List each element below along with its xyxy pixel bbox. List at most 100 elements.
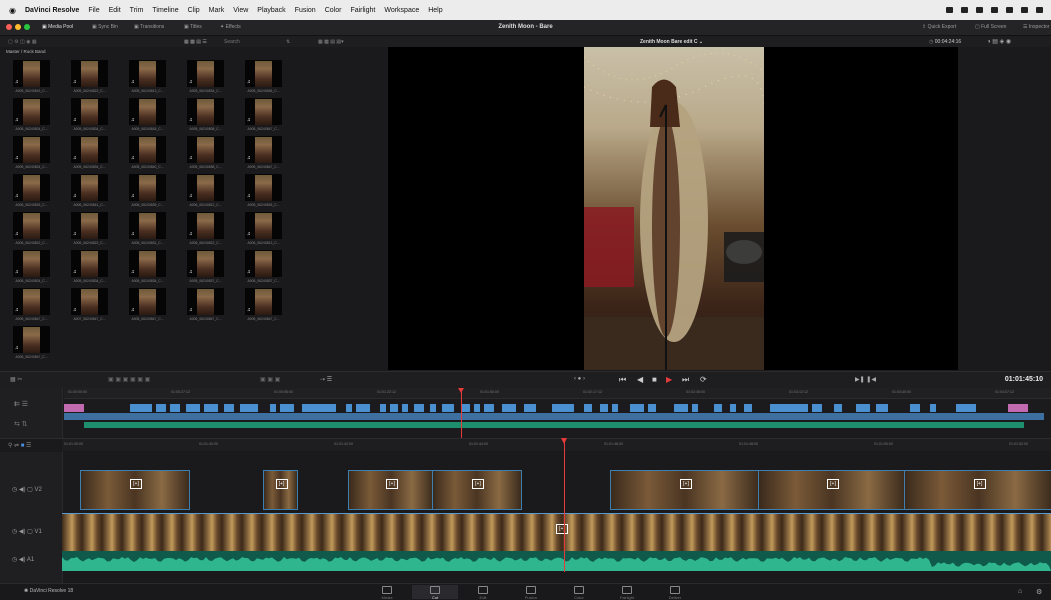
inspector-button[interactable]: ☰ Inspector (1023, 24, 1049, 30)
upper-timeline-clip[interactable] (302, 404, 336, 412)
video-clip[interactable]: [+] (758, 470, 906, 510)
upper-playhead[interactable] (461, 392, 462, 438)
page-tab-fairlight[interactable]: Fairlight (604, 585, 650, 600)
upper-timeline-clip[interactable] (130, 404, 152, 412)
first-frame-button[interactable]: ⏮ (619, 375, 626, 385)
settings-gear-icon[interactable]: ⚙ (1036, 588, 1042, 596)
upper-timeline-clip[interactable] (390, 404, 398, 412)
media-pool-clip[interactable]: ♫ A005_06240834_C... (66, 136, 113, 173)
upper-timeline-clip[interactable] (770, 404, 808, 412)
upper-timeline-clip[interactable] (630, 404, 644, 412)
media-pool-clip[interactable]: ♫ A005_06240834_C... (182, 60, 229, 97)
video-track-1-clip[interactable]: [+] (62, 513, 1051, 552)
audio-track-1[interactable] (62, 551, 1051, 571)
track-control-icons[interactable]: ⇇ ☰ (14, 400, 28, 408)
media-pool-clip[interactable]: ♫ A006_06240822_C... (66, 212, 113, 249)
media-pool-clip[interactable]: ♫ A005_06240826_C... (240, 174, 287, 211)
media-pool-clip[interactable]: ♫ A007_06240847_C... (66, 288, 113, 325)
video-clip[interactable]: [+] (904, 470, 1051, 510)
lower-timeline-ruler[interactable]: 01:01:30:00 01:01:40:00 01:01:42:00 01:01:4… (62, 439, 1051, 451)
media-pool-clip[interactable]: ♫ A005_06240847_C... (240, 136, 287, 173)
home-icon[interactable]: ⌂ (1018, 588, 1022, 595)
media-pool-clip[interactable]: ♫ A006_06240825_C... (8, 174, 55, 211)
timeline-name[interactable]: Zenith Moon Bare edit C ⌄ (640, 39, 703, 45)
full-screen-button[interactable]: ▢ Full Screen (975, 24, 1006, 30)
page-tab-color[interactable]: Color (556, 585, 602, 600)
lower-playhead-handle[interactable] (561, 438, 567, 444)
upper-timeline-clip[interactable] (648, 404, 656, 412)
menu-color[interactable]: Color (325, 7, 342, 14)
upper-timeline-clip[interactable] (186, 404, 200, 412)
upper-timeline-clip[interactable] (584, 404, 592, 412)
upper-timeline-clip[interactable] (170, 404, 180, 412)
edit-icons[interactable]: ▣ ▣ ▣ ▣ ▣ ▣ (108, 376, 150, 383)
marker-icons[interactable]: ▣ ▣ ▣ (260, 376, 280, 383)
media-pool-clip[interactable]: ♫ A005_06240818_C... (124, 98, 171, 135)
tool-icons[interactable]: ▦ ✂ (10, 376, 22, 383)
upper-timeline-clip[interactable] (812, 404, 822, 412)
upper-timeline-clip[interactable] (714, 404, 722, 412)
upper-timeline-clip[interactable] (64, 404, 84, 412)
upper-timeline-clip[interactable] (414, 404, 424, 412)
media-pool-clip[interactable]: ♫ A006_06240847_C... (182, 288, 229, 325)
stop-button[interactable]: ■ (652, 375, 657, 384)
upper-timeline-clip[interactable] (600, 404, 608, 412)
media-pool-clip[interactable]: ♫ A006_06240841_C... (66, 174, 113, 211)
menu-file[interactable]: File (88, 7, 99, 14)
upper-timeline-clip[interactable] (462, 404, 470, 412)
upper-timeline-clip[interactable] (674, 404, 688, 412)
upper-timeline-clip[interactable] (930, 404, 936, 412)
menu-mark[interactable]: Mark (209, 7, 225, 14)
media-pool-clip[interactable]: ♫ A006_06240839_C... (124, 174, 171, 211)
media-pool-clip[interactable]: ♫ A005_06240808_C... (182, 98, 229, 135)
last-frame-button[interactable]: ⏭ (682, 375, 689, 385)
upper-timeline-clip[interactable] (380, 404, 386, 412)
media-pool-clip[interactable]: ♫ A006_06240847_C... (8, 326, 55, 363)
upper-timeline-clip[interactable] (402, 404, 408, 412)
media-pool-clip[interactable]: ♫ A005_06240838_C... (182, 136, 229, 173)
menu-trim[interactable]: Trim (130, 7, 144, 14)
media-pool-clip[interactable]: ♫ A006_06240831_C... (124, 212, 171, 249)
media-pool-clip[interactable]: ♫ A005_06240834_C... (66, 98, 113, 135)
upper-timeline-clip[interactable] (224, 404, 234, 412)
timeline-options-icons[interactable]: ⚲ ⇌ ■ ☰ (8, 442, 31, 449)
menu-timeline[interactable]: Timeline (152, 7, 178, 14)
upper-timeline-clip[interactable] (156, 404, 166, 412)
reverse-button[interactable]: ◀ (637, 375, 643, 384)
upper-timeline-clip[interactable] (502, 404, 516, 412)
media-pool-clip[interactable]: ♫ A005_06240847_C... (8, 288, 55, 325)
upper-playhead-handle[interactable] (458, 388, 464, 393)
upper-video-bar[interactable] (64, 413, 1044, 420)
upper-timeline-clips[interactable] (64, 404, 1051, 436)
upper-timeline-clip[interactable] (430, 404, 436, 412)
apple-icon[interactable]: ◉ (9, 6, 16, 15)
search-icon[interactable] (1021, 7, 1028, 13)
video-track-1-controls[interactable]: ◷ ◀) ▢ V1 (12, 528, 42, 535)
play-button[interactable]: ▶ (666, 375, 672, 384)
upper-timeline-clip[interactable] (552, 404, 574, 412)
media-pool-clip[interactable]: ♫ A005_06240824_C... (8, 98, 55, 135)
media-pool-clip[interactable]: ♫ A005_06240824_C... (8, 250, 55, 287)
media-pool-clip[interactable]: ♫ A005_06240813_C... (124, 60, 171, 97)
page-tab-edit[interactable]: Edit (460, 585, 506, 600)
upper-timeline-ruler[interactable]: 01:00:00:00 01:00:27:12 01:00:55:00 01:01:2… (64, 388, 1051, 399)
jog-control[interactable]: ‹ ● › (574, 376, 585, 382)
battery-icon[interactable] (1006, 7, 1013, 13)
quick-export-button[interactable]: ⇪ Quick Export (922, 24, 956, 30)
upper-timeline-clip[interactable] (280, 404, 294, 412)
media-pool-clip[interactable]: ♫ A005_06240837_C... (182, 250, 229, 287)
upper-timeline-clip[interactable] (240, 404, 258, 412)
loop-button[interactable]: ⟳ (700, 375, 707, 384)
menu-view[interactable]: View (233, 7, 248, 14)
snap-icons[interactable]: ⇢ ☰ (320, 376, 332, 383)
upper-timeline-clip[interactable] (442, 404, 454, 412)
media-pool-tool-icons[interactable]: ▢ ⚙ ◫ ◉ ▦ (8, 39, 37, 45)
upper-timeline-clip[interactable] (484, 404, 494, 412)
upper-timeline-clip[interactable] (876, 404, 888, 412)
media-pool-clip[interactable]: ♫ A006_06240813_C... (240, 212, 287, 249)
upper-timeline-clip[interactable] (346, 404, 352, 412)
upper-timeline-clip[interactable] (524, 404, 536, 412)
media-pool-clip[interactable]: ♫ A005_06240847_C... (240, 288, 287, 325)
page-tab-media[interactable]: Media (364, 585, 410, 600)
status-icon[interactable] (976, 7, 983, 13)
